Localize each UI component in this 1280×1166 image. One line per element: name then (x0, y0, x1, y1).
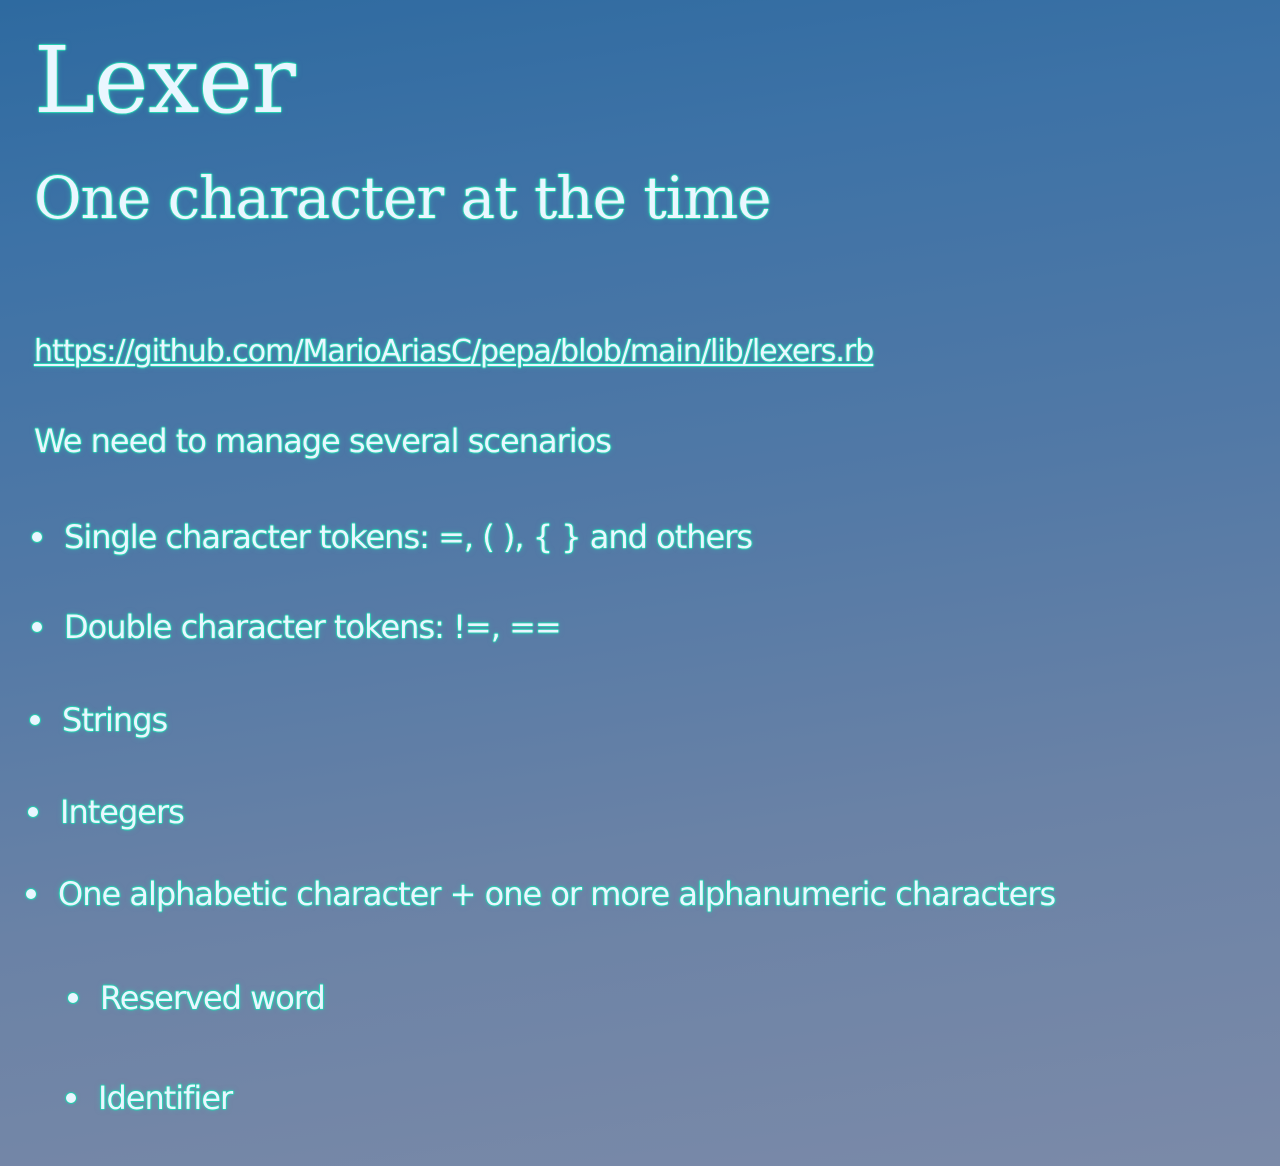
sub-bullet-text: Identifier (98, 1079, 233, 1117)
presentation-slide: Lexer One character at the time https://… (0, 0, 1280, 1166)
bullet-dot-icon (32, 622, 42, 632)
bullet-dot-icon (32, 532, 42, 542)
sub-bullet-item: Reserved word (68, 975, 326, 1021)
sub-bullet-text: Reserved word (100, 979, 326, 1017)
bullet-text: Integers (60, 793, 185, 831)
bullet-item: One alphabetic character + one or more a… (26, 871, 1056, 917)
bullet-dot-icon (30, 715, 40, 725)
bullet-item: Single character tokens: =, ( ), { } and… (32, 514, 753, 560)
bullet-text: One alphabetic character + one or more a… (58, 875, 1056, 913)
bullet-dot-icon (26, 889, 36, 899)
bullet-dot-icon (66, 1093, 76, 1103)
bullet-item: Double character tokens: !=, == (32, 604, 562, 650)
bullet-text: Strings (62, 701, 168, 739)
bullet-text: Single character tokens: =, ( ), { } and… (64, 518, 753, 556)
bullet-dot-icon (68, 993, 78, 1003)
bullet-item: Integers (28, 789, 185, 835)
bullet-dot-icon (28, 807, 38, 817)
sub-bullet-item: Identifier (66, 1075, 233, 1121)
bullet-text: Double character tokens: !=, == (64, 608, 562, 646)
bullet-item: Strings (30, 697, 168, 743)
bullet-list: Single character tokens: =, ( ), { } and… (0, 0, 1280, 1166)
